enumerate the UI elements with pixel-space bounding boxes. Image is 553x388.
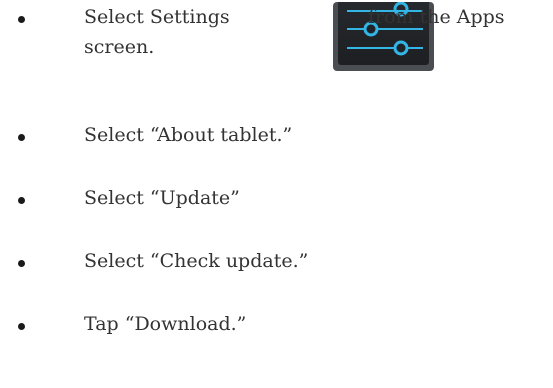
step-5-text: Tap “Download.” [84,313,247,335]
bullet [18,134,25,141]
bullet [18,260,25,267]
step-2-text: Select “About tablet.” [84,124,293,146]
step-1-line-2: screen. [84,36,155,58]
step-1-text-after-icon: from the Apps [368,6,505,28]
step-1-line-1: Select Settings from the Apps [84,2,505,71]
bullet [18,323,25,330]
step-1-text-before-icon: Select Settings [84,6,230,28]
bullet [18,16,25,23]
step-4-text: Select “Check update.” [84,250,309,272]
bullet [18,197,25,204]
instruction-list: Select Settings from the Apps screen. Se… [0,0,553,388]
step-3-text: Select “Update” [84,187,240,209]
